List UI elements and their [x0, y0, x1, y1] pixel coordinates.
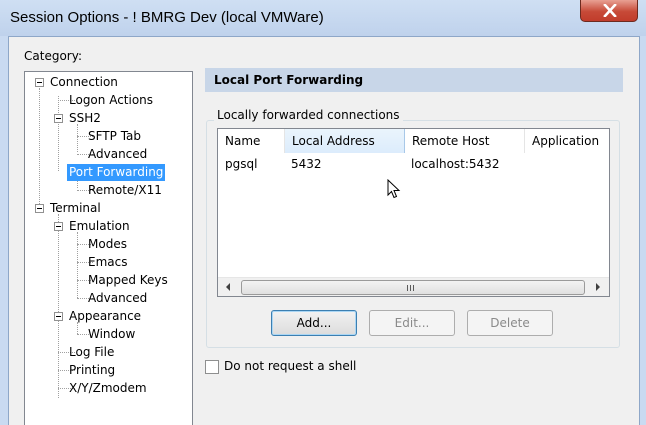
cell-name: pgsql [225, 157, 258, 171]
column-header-name[interactable]: Name [218, 129, 285, 153]
tree-item-printing[interactable]: Printing [67, 362, 117, 379]
tree-item-emacs[interactable]: Emacs [86, 254, 129, 271]
tree-item-mapped-keys[interactable]: Mapped Keys [86, 272, 170, 289]
list-header: Name Local Address Remote Host Applicati… [218, 129, 609, 153]
close-button[interactable] [580, 0, 638, 22]
column-header-remote-host[interactable]: Remote Host [405, 129, 525, 153]
tree-item-terminal[interactable]: Terminal [48, 200, 103, 217]
tree-line [77, 124, 78, 152]
collapse-toggle-connection[interactable] [35, 78, 44, 87]
arrow-left-icon [226, 283, 230, 291]
tree-item-emulation-advanced[interactable]: Advanced [86, 290, 149, 307]
cell-local-address: 5432 [291, 157, 322, 171]
arrow-right-icon [596, 283, 600, 291]
delete-button[interactable]: Delete [467, 310, 553, 336]
collapse-toggle-appearance[interactable] [54, 312, 63, 321]
scroll-thumb[interactable] [241, 280, 585, 295]
group-label: Locally forwarded connections [214, 108, 403, 122]
collapse-toggle-ssh2[interactable] [54, 114, 63, 123]
tree-item-log-file[interactable]: Log File [67, 344, 116, 361]
window-title: Session Options - ! BMRG Dev (local VMWa… [10, 9, 324, 26]
title-bar: Session Options - ! BMRG Dev (local VMWa… [0, 0, 646, 36]
tree-item-remote-x11[interactable]: Remote/X11 [86, 182, 164, 199]
scroll-left-button[interactable] [220, 278, 237, 296]
no-shell-label: Do not request a shell [224, 359, 357, 373]
close-icon [603, 4, 617, 17]
dialog-body: Category: Connection Logon Actions SSH2 … [8, 36, 640, 425]
edit-button[interactable]: Edit... [369, 310, 455, 336]
grip-icon [407, 285, 414, 291]
column-header-local-address[interactable]: Local Address [285, 129, 405, 153]
column-header-application[interactable]: Application [525, 129, 609, 153]
forwarding-list[interactable]: Name Local Address Remote Host Applicati… [217, 128, 610, 297]
tree-line [77, 232, 78, 298]
scroll-right-button[interactable] [590, 278, 607, 296]
collapse-toggle-emulation[interactable] [54, 222, 63, 231]
tree-line [39, 88, 40, 208]
tree-line [58, 96, 59, 171]
tree-item-window[interactable]: Window [86, 326, 137, 343]
tree-item-xyzmodem[interactable]: X/Y/Zmodem [67, 380, 149, 397]
tree-item-appearance[interactable]: Appearance [67, 308, 143, 325]
no-shell-checkbox[interactable] [205, 360, 219, 374]
tree-item-ssh2-advanced[interactable]: Advanced [86, 146, 149, 163]
category-label: Category: [24, 49, 82, 63]
tree-item-connection[interactable]: Connection [48, 74, 120, 91]
tree-item-port-forwarding[interactable]: Port Forwarding [67, 164, 166, 181]
tree-item-logon-actions[interactable]: Logon Actions [67, 92, 155, 109]
cell-remote-host: localhost:5432 [411, 157, 500, 171]
collapse-toggle-terminal[interactable] [35, 204, 44, 213]
horizontal-scrollbar[interactable] [218, 277, 609, 296]
add-button[interactable]: Add... [271, 310, 357, 336]
tree-item-emulation[interactable]: Emulation [67, 218, 132, 235]
page-title: Local Port Forwarding [205, 68, 623, 92]
tree-item-modes[interactable]: Modes [86, 236, 129, 253]
mouse-cursor-icon [387, 179, 401, 199]
tree-item-ssh2[interactable]: SSH2 [67, 110, 103, 127]
category-tree[interactable]: Connection Logon Actions SSH2 SFTP Tab A… [24, 71, 193, 425]
tree-item-sftp-tab[interactable]: SFTP Tab [86, 128, 143, 145]
